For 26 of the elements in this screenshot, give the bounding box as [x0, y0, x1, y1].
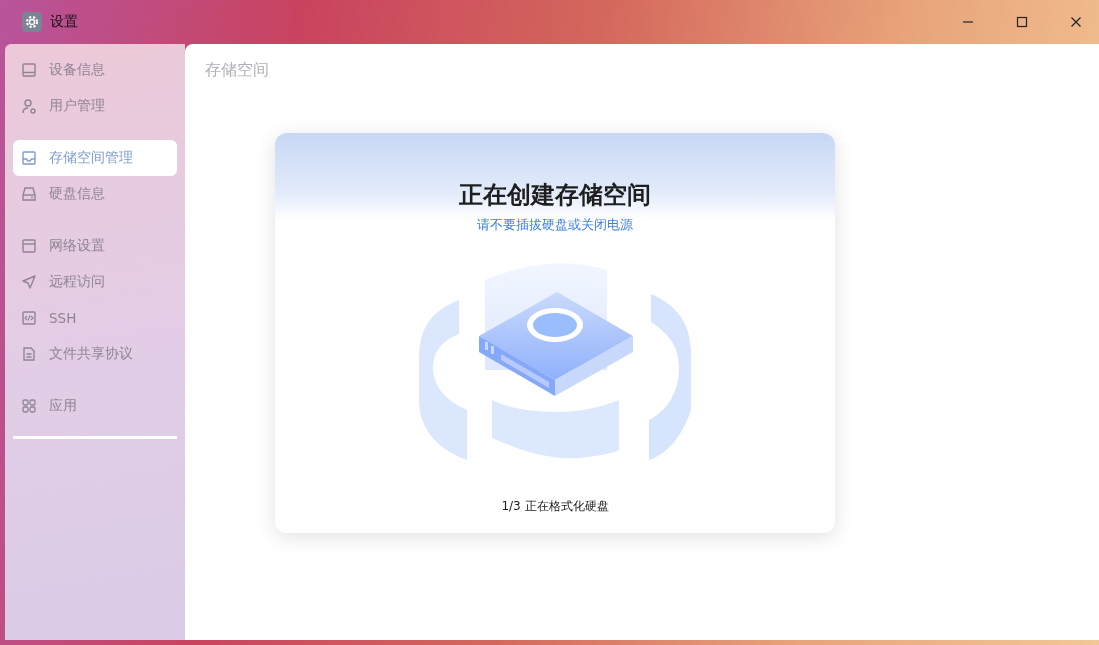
document-icon: [21, 346, 37, 362]
sidebar-item[interactable]: 文件共享协议: [13, 336, 177, 372]
sidebar-item[interactable]: 存储空间管理: [13, 140, 177, 176]
window-icon: [21, 238, 37, 254]
user-icon: [21, 98, 37, 114]
close-icon: [1070, 16, 1082, 28]
sidebar-item[interactable]: 网络设置: [13, 228, 177, 264]
window-title: 设置: [50, 13, 78, 31]
sidebar-item[interactable]: 用户管理: [13, 88, 177, 124]
progress-step-text: 1/3 正在格式化硬盘: [501, 498, 609, 515]
code-icon: [21, 310, 37, 326]
sidebar-item[interactable]: 设备信息: [13, 52, 177, 88]
gear-icon: [22, 12, 42, 32]
sidebar-item[interactable]: 应用: [13, 388, 177, 424]
sidebar-item[interactable]: 硬盘信息: [13, 176, 177, 212]
hard-drive-icon: [21, 186, 37, 202]
sidebar-item[interactable]: 远程访问: [13, 264, 177, 300]
dialog-subtitle: 请不要插拔硬盘或关闭电源: [477, 217, 633, 234]
send-icon: [21, 274, 37, 290]
grid-icon: [21, 398, 37, 414]
dialog-title: 正在创建存储空间: [459, 180, 651, 211]
sidebar-item[interactable]: SSH: [13, 300, 177, 336]
page-title: 存储空间: [205, 60, 270, 81]
maximize-icon: [1016, 16, 1028, 28]
inbox-icon: [21, 150, 37, 166]
monitor-icon: [21, 62, 37, 78]
